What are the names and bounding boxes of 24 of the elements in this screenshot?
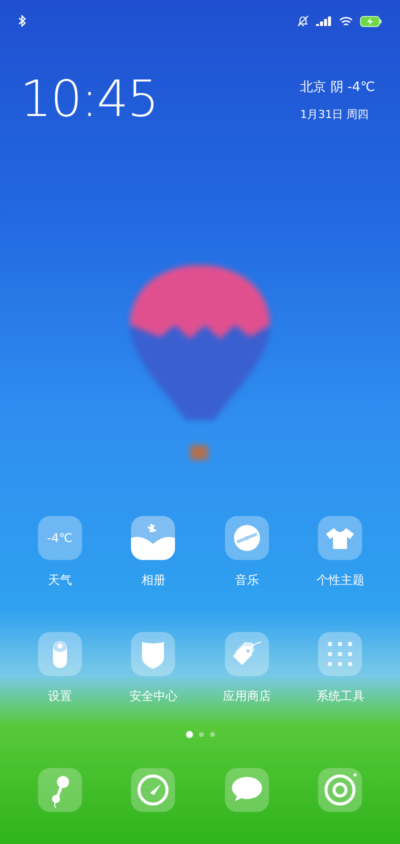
weather-icon[interactable]: -4℃ bbox=[38, 516, 82, 560]
weather-text: 北京 阴 -4℃ bbox=[300, 79, 375, 97]
app-label[interactable]: 相册 bbox=[141, 571, 166, 589]
app-label[interactable]: 个性主题 bbox=[316, 571, 364, 589]
muted-bell-icon bbox=[297, 15, 309, 27]
app-folder-icon[interactable] bbox=[318, 632, 362, 676]
app-label[interactable]: 天气 bbox=[48, 571, 72, 589]
compass-icon[interactable] bbox=[131, 768, 176, 812]
app-label[interactable]: 音乐 bbox=[234, 571, 259, 589]
signal-icon bbox=[316, 16, 332, 26]
t-shirt-icon[interactable] bbox=[318, 516, 362, 560]
app-label[interactable]: 设置 bbox=[48, 687, 72, 705]
price-tag-icon[interactable] bbox=[224, 632, 269, 676]
camera-lens-icon[interactable] bbox=[318, 768, 362, 812]
clock-time: 10:45 bbox=[20, 74, 158, 124]
app-label[interactable]: 系统工具 bbox=[316, 687, 364, 705]
wifi-icon bbox=[339, 16, 353, 26]
chat-bubble-icon[interactable] bbox=[224, 768, 269, 812]
app-label[interactable]: 应用商店 bbox=[222, 687, 271, 705]
shield-icon[interactable] bbox=[131, 632, 176, 676]
app-label[interactable]: 安全中心 bbox=[129, 687, 178, 705]
bluetooth-icon bbox=[18, 15, 26, 27]
date-text: 1月31日 周四 bbox=[300, 106, 369, 122]
battery-charging-icon bbox=[360, 16, 382, 26]
